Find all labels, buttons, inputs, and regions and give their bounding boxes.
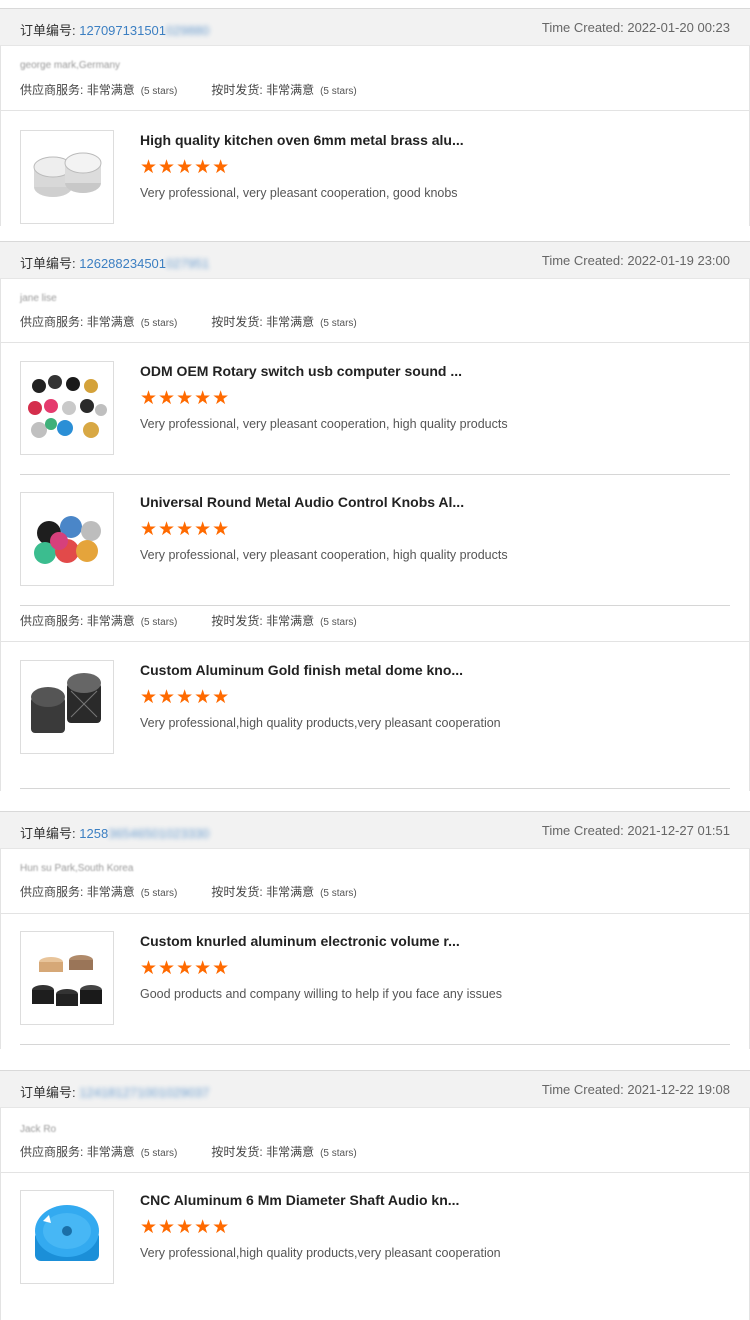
product-thumbnail[interactable] [20, 931, 114, 1025]
order-rating-row: 供应商服务: 非常满意 (5 stars) 按时发货: 非常满意 (5 stars) [20, 614, 357, 628]
time-created: Time Created: 2022-01-20 00:23 [541, 20, 730, 35]
time-created: Time Created: 2021-12-22 19:08 [541, 1082, 730, 1097]
product-title-link[interactable]: CNC Aluminum 6 Mm Diameter Shaft Audio k… [140, 1192, 459, 1208]
buyer-name: Hun su Park,South Korea [20, 863, 134, 874]
star-rating: ★★★★★ [140, 1217, 231, 1238]
product-title-link[interactable]: Universal Round Metal Audio Control Knob… [140, 494, 464, 510]
divider [0, 641, 750, 642]
order-number-link[interactable]: 126288234501027951 [79, 256, 209, 271]
black-dome-knobs-icon [31, 673, 101, 733]
divider [0, 1172, 750, 1173]
order-rating-row: 供应商服务: 非常满意 (5 stars) 按时发货: 非常满意 (5 stars) [20, 885, 357, 899]
order-rating-row: 供应商服务: 非常满意 (5 stars) 按时发货: 非常满意 (5 stars) [20, 315, 357, 329]
divider [0, 913, 750, 914]
order-number-label: 订单编号: 127097131501029880 [20, 23, 210, 38]
colorful-knobs-icon [28, 375, 107, 438]
colored-audio-knobs-icon [34, 516, 101, 564]
star-rating: ★★★★★ [140, 388, 231, 409]
divider [0, 110, 750, 111]
product-title-link[interactable]: Custom Aluminum Gold finish metal dome k… [140, 662, 463, 678]
order-header: 订单编号: 126288234501027951 Time Created: 2… [0, 241, 750, 279]
buyer-name: jane lise [20, 293, 57, 304]
order-number-link[interactable]: 125836546501023330 [79, 826, 209, 841]
divider [20, 474, 730, 475]
knurled-knobs-icon [32, 955, 102, 1006]
review-item: CNC Aluminum 6 Mm Diameter Shaft Audio k… [20, 1190, 730, 1286]
star-rating: ★★★★★ [140, 519, 231, 540]
order-number-link[interactable]: 124181271001029037 [79, 1085, 209, 1100]
review-item: Custom Aluminum Gold finish metal dome k… [20, 660, 730, 756]
product-title-link[interactable]: Custom knurled aluminum electronic volum… [140, 933, 460, 949]
order-number-link[interactable]: 127097131501029880 [79, 23, 209, 38]
review-item: High quality kitchen oven 6mm metal bras… [20, 130, 730, 226]
product-thumbnail[interactable] [20, 1190, 114, 1284]
product-thumbnail[interactable] [20, 660, 114, 754]
product-thumbnail[interactable] [20, 492, 114, 586]
star-rating: ★★★★★ [140, 157, 231, 178]
star-rating: ★★★★★ [140, 958, 231, 979]
order-header: 订单编号: 124181271001029037 Time Created: 2… [0, 1070, 750, 1108]
order-number-label: 订单编号: 124181271001029037 [20, 1085, 210, 1100]
buyer-name: Jack Ro [20, 1124, 57, 1135]
divider [20, 605, 730, 606]
review-item: ODM OEM Rotary switch usb computer sound… [20, 361, 730, 457]
review-comment: Very professional, very pleasant coopera… [140, 186, 458, 200]
divider [20, 788, 730, 789]
blue-knob-icon [35, 1205, 99, 1261]
order-rating-row: 供应商服务: 非常满意 (5 stars) 按时发货: 非常满意 (5 stars) [20, 1145, 357, 1159]
silver-knobs-icon [33, 152, 102, 197]
review-item: Custom knurled aluminum electronic volum… [20, 931, 730, 1027]
product-title-link[interactable]: High quality kitchen oven 6mm metal bras… [140, 132, 464, 148]
review-comment: Good products and company willing to hel… [140, 987, 503, 1001]
order-number-label: 订单编号: 126288234501027951 [20, 256, 210, 271]
review-comment: Very professional, very pleasant coopera… [140, 548, 508, 562]
divider [20, 1044, 730, 1045]
time-created: Time Created: 2022-01-19 23:00 [541, 253, 730, 268]
review-comment: Very professional,high quality products,… [140, 716, 501, 730]
product-title-link[interactable]: ODM OEM Rotary switch usb computer sound… [140, 363, 462, 379]
star-rating: ★★★★★ [140, 687, 231, 708]
buyer-name: george mark,Germany [20, 60, 121, 71]
review-comment: Very professional,high quality products,… [140, 1246, 501, 1260]
order-number-label: 订单编号: 125836546501023330 [20, 826, 210, 841]
review-item: Universal Round Metal Audio Control Knob… [20, 492, 730, 588]
product-thumbnail[interactable] [20, 361, 114, 455]
product-thumbnail[interactable] [20, 130, 114, 224]
time-created: Time Created: 2021-12-27 01:51 [541, 823, 730, 838]
order-header: 订单编号: 125836546501023330 Time Created: 2… [0, 811, 750, 849]
divider [0, 342, 750, 343]
order-header: 订单编号: 127097131501029880 Time Created: 2… [0, 8, 750, 46]
review-comment: Very professional, very pleasant coopera… [140, 417, 508, 431]
order-rating-row: 供应商服务: 非常满意 (5 stars) 按时发货: 非常满意 (5 stars) [20, 83, 357, 97]
